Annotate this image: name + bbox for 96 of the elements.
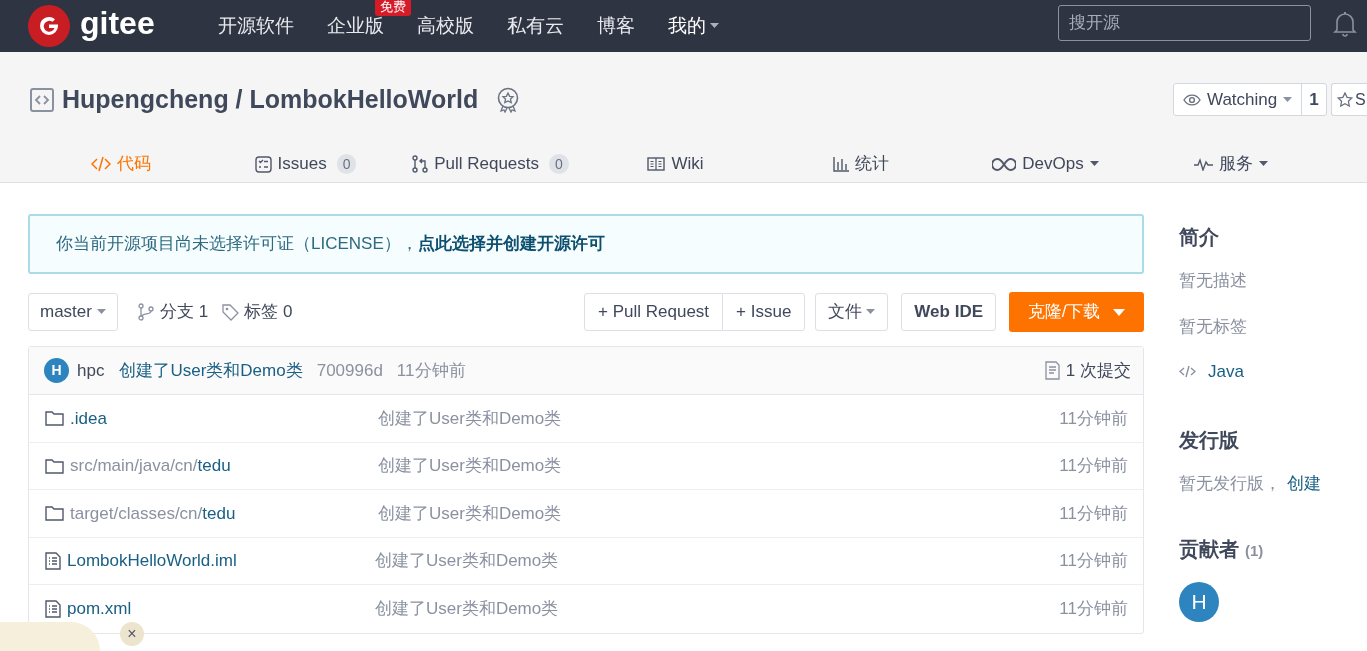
count-badge: 0	[336, 154, 357, 174]
file-name-link[interactable]: LombokHelloWorld.iml	[67, 548, 375, 574]
tab[interactable]: DevOps	[953, 141, 1138, 182]
web-ide-button[interactable]: Web IDE	[901, 293, 996, 331]
file-icon	[45, 599, 61, 618]
branches-label: 分支 1	[159, 301, 209, 324]
create-release-link[interactable]: 创建	[1287, 470, 1321, 496]
folder-icon	[45, 457, 64, 474]
code-icon	[1179, 365, 1196, 379]
caret-icon	[1113, 308, 1126, 316]
license-link[interactable]: 点此选择并创建开源许可	[417, 231, 605, 257]
nav-link[interactable]: 博客	[597, 11, 635, 41]
commit-message[interactable]: 创建了User类和Demo类	[119, 357, 303, 384]
repository-title[interactable]: Hupengcheng / LombokHelloWorld	[62, 81, 479, 119]
tags-link[interactable]: 标签 0	[222, 299, 293, 325]
book-icon	[647, 157, 666, 171]
caret-icon	[710, 23, 719, 29]
code-icon	[90, 156, 111, 172]
commits-label: 1 次提交	[1065, 359, 1131, 382]
infinity-icon	[992, 157, 1017, 171]
star-label: S	[1355, 89, 1366, 110]
star-icon	[1337, 91, 1353, 108]
section-title: 发行版	[1179, 427, 1240, 453]
watch-button[interactable]: Watching	[1174, 84, 1303, 115]
branch-icon	[137, 303, 154, 321]
tab-label: Wiki	[671, 153, 704, 176]
time-text: 11分钟前	[1059, 550, 1128, 572]
file-name-link[interactable]: pom.xml	[67, 596, 375, 622]
tab[interactable]: 服务	[1138, 141, 1323, 182]
tab[interactable]: 统计	[768, 141, 953, 182]
file-name-link[interactable]: src/main/java/cn/tedu	[70, 453, 378, 479]
commits-link[interactable]: 1 次提交	[1044, 357, 1131, 384]
repository-icon	[30, 88, 54, 112]
free-badge: 免费	[375, 0, 411, 16]
time-text: 11分钟前	[1059, 502, 1128, 525]
caret-icon	[1258, 161, 1268, 167]
document-icon	[1044, 361, 1060, 380]
nav-link[interactable]: 私有云	[507, 11, 564, 41]
tag-icon	[222, 303, 240, 321]
license-notice-text: 你当前开源项目尚未选择许可证（LICENSE），	[56, 233, 418, 256]
branch-dropdown[interactable]: master	[28, 293, 118, 331]
tab[interactable]: Issues 0	[213, 141, 398, 182]
time-text: 11分钟前	[1059, 455, 1128, 477]
tab-label: 服务	[1218, 153, 1253, 176]
nav-link[interactable]: 开源软件	[218, 11, 294, 41]
commit-time: 11分钟前	[396, 359, 466, 382]
tab[interactable]: Pull Requests 0	[398, 141, 583, 182]
nav-link[interactable]: 我的	[668, 11, 706, 41]
tab-label: Issues	[277, 153, 327, 176]
watch-count[interactable]: 1	[1302, 84, 1326, 115]
tab-label: 统计	[854, 153, 889, 176]
nav-link[interactable]: 高校版	[417, 11, 474, 41]
releases-text: 暂无发行版，	[1179, 472, 1281, 495]
new-issue-button[interactable]: + Issue	[722, 294, 805, 330]
caret-icon	[1283, 96, 1293, 103]
file-dropdown[interactable]: 文件	[815, 293, 889, 331]
caret-icon	[1089, 161, 1099, 167]
avatar[interactable]: H	[44, 358, 69, 383]
tags-text: 暂无标签	[1179, 315, 1248, 338]
folder-icon	[45, 410, 64, 427]
file-name-link[interactable]: target/classes/cn/tedu	[70, 500, 378, 526]
checklist-icon	[254, 155, 272, 173]
section-title: 简介	[1179, 225, 1220, 250]
contributors-count: (1)	[1245, 541, 1264, 561]
logo-text[interactable]: gitee	[80, 7, 155, 39]
count-badge: 0	[549, 154, 569, 174]
tab-label: DevOps	[1022, 153, 1084, 176]
search-field[interactable]: 搜开源	[1058, 5, 1311, 41]
time-text: 11分钟前	[1059, 407, 1128, 430]
tab[interactable]: Wiki	[583, 141, 768, 182]
time-text: 11分钟前	[1059, 598, 1128, 620]
pull-request-icon	[412, 155, 429, 173]
new-pull-request-button[interactable]: + Pull Request	[585, 294, 723, 330]
caret-icon	[866, 309, 876, 315]
tags-label: 标签 0	[244, 301, 293, 324]
bar-chart-icon	[832, 156, 849, 172]
folder-icon	[45, 505, 64, 522]
contributor-avatar[interactable]: H	[1179, 582, 1219, 622]
section-title: 贡献者	[1179, 537, 1239, 562]
star-button[interactable]: S	[1331, 83, 1367, 116]
tab-label: 代码	[116, 153, 151, 176]
language-link[interactable]: Java	[1208, 359, 1244, 385]
tab-label: Pull Requests	[434, 153, 540, 176]
eye-icon	[1183, 93, 1201, 106]
caret-icon	[96, 309, 106, 315]
file-icon	[45, 551, 61, 570]
branches-link[interactable]: 分支 1	[137, 299, 209, 325]
commit-author[interactable]: hpc	[77, 357, 105, 384]
watch-label: Watching	[1207, 88, 1278, 111]
award-icon	[496, 87, 521, 113]
description-text: 暂无描述	[1179, 270, 1248, 292]
pulse-icon	[1193, 157, 1213, 171]
close-button[interactable]: ×	[120, 622, 144, 646]
bell-icon	[1333, 10, 1357, 38]
logo-icon	[28, 5, 70, 47]
file-name-link[interactable]: .idea	[70, 405, 378, 431]
